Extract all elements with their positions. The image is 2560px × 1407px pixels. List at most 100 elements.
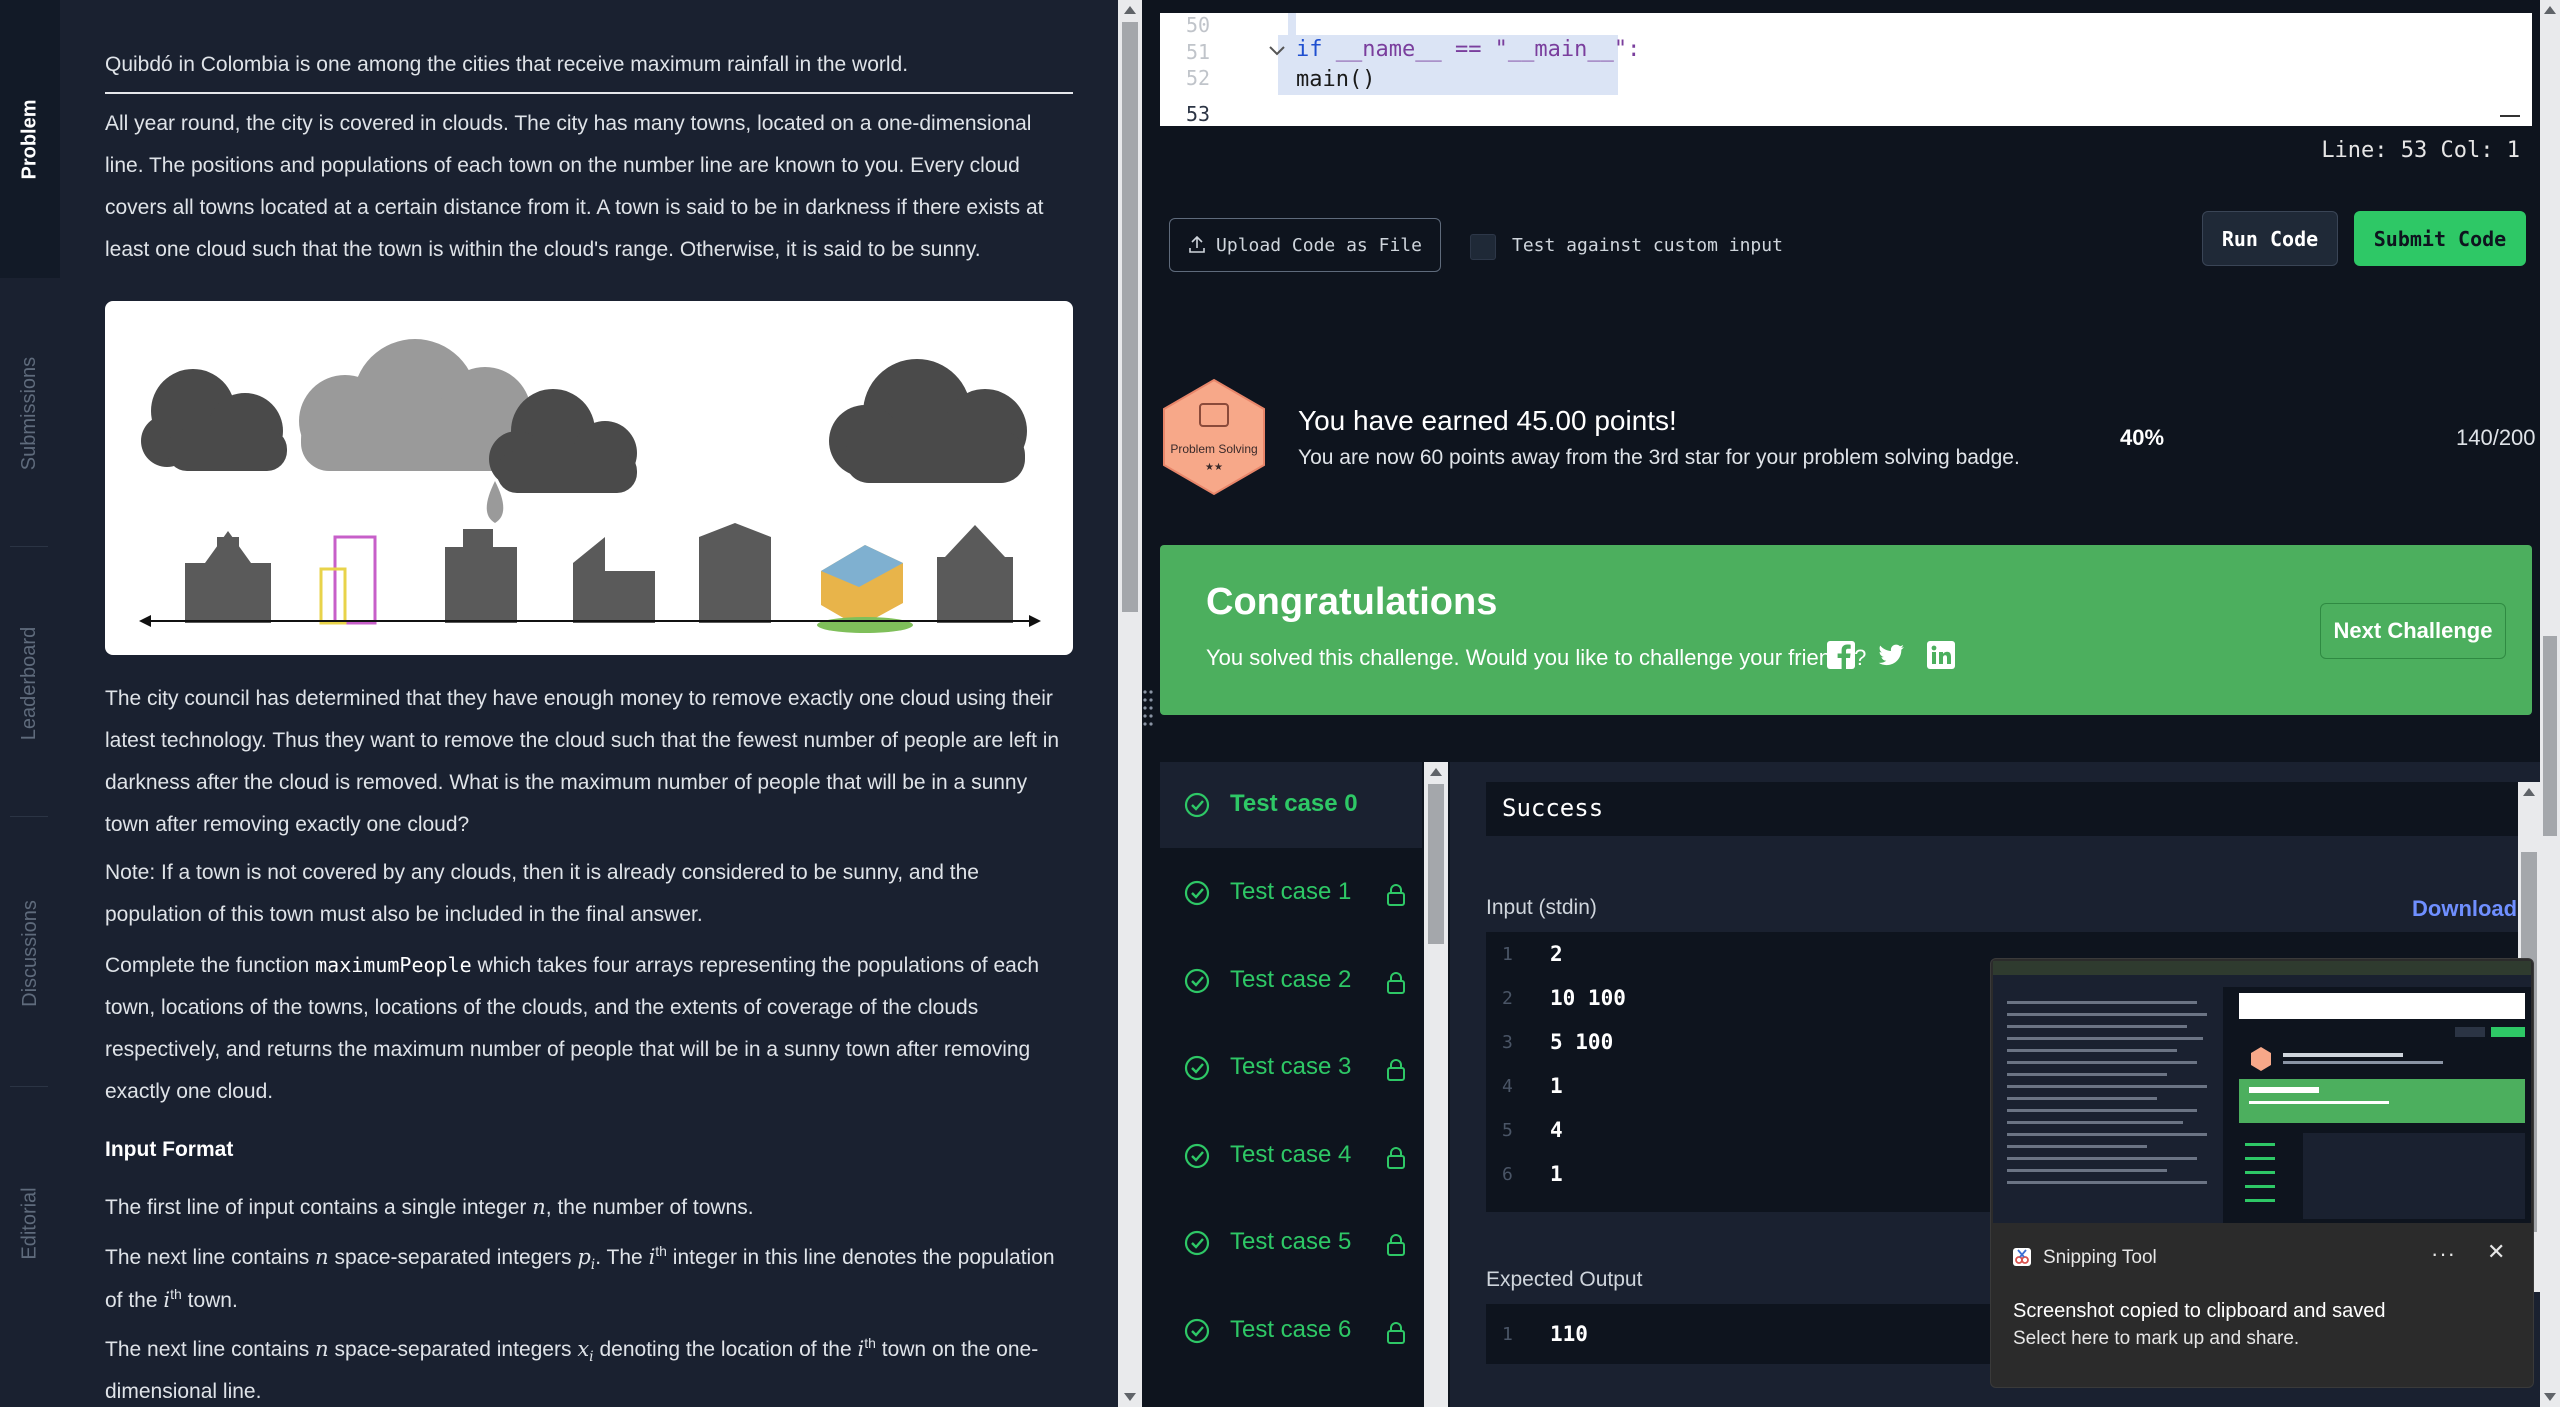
fold-chevron-icon[interactable] [1268, 45, 1286, 57]
cloud-icon [141, 369, 287, 471]
code-editor[interactable]: 50 51 52 53 if __name__ == "__main__": m… [1160, 13, 2532, 126]
download-link[interactable]: Download [2412, 896, 2517, 922]
tab-editorial[interactable]: Editorial [0, 1088, 60, 1358]
expected-row: 1 110 [1486, 1312, 1786, 1356]
notification-hint: Select here to mark up and share. [2013, 1328, 2300, 1349]
custom-input-label: Test against custom input [1512, 235, 1783, 256]
math-var: p [577, 1245, 591, 1269]
test-case-item[interactable]: Test case 5 [1160, 1200, 1422, 1286]
test-case-label: Test case 6 [1230, 1316, 1352, 1343]
tab-divider [10, 546, 48, 547]
row-number: 3 [1502, 1032, 1513, 1053]
row-value: 110 [1550, 1322, 1588, 1346]
twitter-icon[interactable] [1876, 640, 1906, 670]
page-scrollbar[interactable] [2540, 0, 2560, 1407]
check-circle-icon [1184, 792, 1210, 818]
building-icon [817, 545, 913, 633]
building-icon [573, 537, 655, 623]
scroll-up-arrow-icon[interactable] [1124, 6, 1136, 14]
text: The next line contains [105, 1246, 316, 1269]
lock-icon [1387, 1059, 1405, 1081]
tab-discussions[interactable]: Discussions [0, 818, 60, 1088]
code-line-52: main() [1296, 67, 1376, 92]
scroll-up-arrow-icon[interactable] [1430, 768, 1442, 776]
tab-leaderboard[interactable]: Leaderboard [0, 548, 60, 818]
tab-submissions[interactable]: Submissions [0, 278, 60, 548]
upload-icon [1189, 236, 1205, 253]
test-case-scrollbar[interactable] [1424, 762, 1448, 1407]
scroll-up-arrow-icon[interactable] [2544, 6, 2556, 14]
custom-input-checkbox[interactable] [1470, 234, 1496, 260]
scroll-down-arrow-icon[interactable] [2544, 1393, 2556, 1401]
problem-intro: Quibdó in Colombia is one among the citi… [105, 53, 909, 76]
scroll-down-arrow-icon[interactable] [1124, 1393, 1136, 1401]
row-value: 2 [1550, 942, 1563, 966]
text: Complete the function [105, 954, 316, 977]
math-var: x [577, 1337, 590, 1361]
line-number: 53 [1186, 102, 1211, 126]
submit-code-button[interactable]: Submit Code [2354, 211, 2526, 266]
facebook-icon[interactable] [1826, 640, 1856, 670]
row-value: 4 [1550, 1118, 1563, 1142]
notification-message: Screenshot copied to clipboard and saved [2013, 1300, 2386, 1322]
badge-stars: ★★ [1205, 462, 1223, 473]
text: space-separated integers [328, 1246, 578, 1269]
input-label: Input (stdin) [1486, 896, 1597, 919]
resize-handle-icon[interactable] [1142, 688, 1154, 728]
text: . The [595, 1246, 649, 1269]
test-case-label: Test case 4 [1230, 1141, 1352, 1168]
check-circle-icon [1184, 1143, 1210, 1169]
tab-problem[interactable]: Problem [0, 0, 60, 278]
next-challenge-button[interactable]: Next Challenge [2320, 603, 2506, 659]
badge-progress-percent: 40% [2120, 425, 2165, 450]
tab-divider [10, 1086, 48, 1087]
row-number: 5 [1502, 1120, 1513, 1141]
row-number: 2 [1502, 988, 1513, 1009]
line-number: 50 [1186, 13, 1211, 37]
scrollbar-thumb[interactable] [2543, 636, 2557, 836]
code-text: __name__ == "__main__": [1322, 37, 1641, 62]
tab-discussions-label: Discussions [18, 899, 41, 1007]
test-case-label: Test case 0 [1230, 790, 1358, 817]
problem-scrollbar[interactable] [1118, 0, 1142, 1407]
test-case-item[interactable]: Test case 0 [1160, 762, 1422, 848]
badge-name: Problem Solving [1170, 442, 1257, 456]
input-line-2: The next line contains n space-separated… [105, 1236, 1075, 1322]
snipping-tool-icon [2013, 1248, 2031, 1266]
screenshot-thumbnail[interactable] [1993, 961, 2531, 1223]
tab-submissions-label: Submissions [18, 356, 41, 470]
scrollbar-thumb[interactable] [1428, 784, 1444, 944]
run-code-button[interactable]: Run Code [2202, 211, 2338, 266]
stdin-row: 12 [1486, 932, 1786, 976]
building-icon [937, 525, 1013, 623]
illustration-svg [139, 339, 1041, 633]
cloud-towns-illustration [105, 301, 1073, 655]
snipping-tool-notification[interactable]: Snipping Tool ··· ✕ Screenshot copied to… [1990, 958, 2534, 1388]
building-icon [319, 535, 377, 625]
selection-highlight [1288, 13, 1296, 35]
building-icon [185, 531, 271, 623]
math-sup: th [864, 1335, 876, 1351]
close-icon[interactable]: ✕ [2487, 1239, 2505, 1265]
more-options-icon[interactable]: ··· [2431, 1241, 2456, 1267]
check-circle-icon [1184, 1318, 1210, 1344]
building-icon [699, 523, 771, 623]
text: The next line contains [105, 1338, 316, 1361]
test-case-item[interactable]: Test case 1 [1160, 850, 1422, 936]
row-number: 4 [1502, 1076, 1513, 1097]
line-number: 51 [1186, 40, 1211, 64]
lock-icon [1387, 972, 1405, 994]
linkedin-icon[interactable] [1926, 640, 1956, 670]
scrollbar-thumb[interactable] [1122, 22, 1138, 612]
test-case-item[interactable]: Test case 2 [1160, 938, 1422, 1024]
upload-code-button[interactable]: Upload Code as File [1169, 218, 1441, 272]
congratulations-subtitle: You solved this challenge. Would you lik… [1206, 645, 1867, 670]
function-name: maximumPeople [315, 953, 472, 977]
test-case-item[interactable]: Test case 4 [1160, 1113, 1422, 1199]
test-case-item[interactable]: Test case 3 [1160, 1025, 1422, 1111]
cloud-icon [299, 339, 531, 523]
result-status: Success [1486, 782, 2518, 836]
scroll-up-arrow-icon[interactable] [2523, 788, 2535, 796]
test-case-item[interactable]: Test case 6 [1160, 1288, 1422, 1374]
tab-divider [10, 816, 48, 817]
